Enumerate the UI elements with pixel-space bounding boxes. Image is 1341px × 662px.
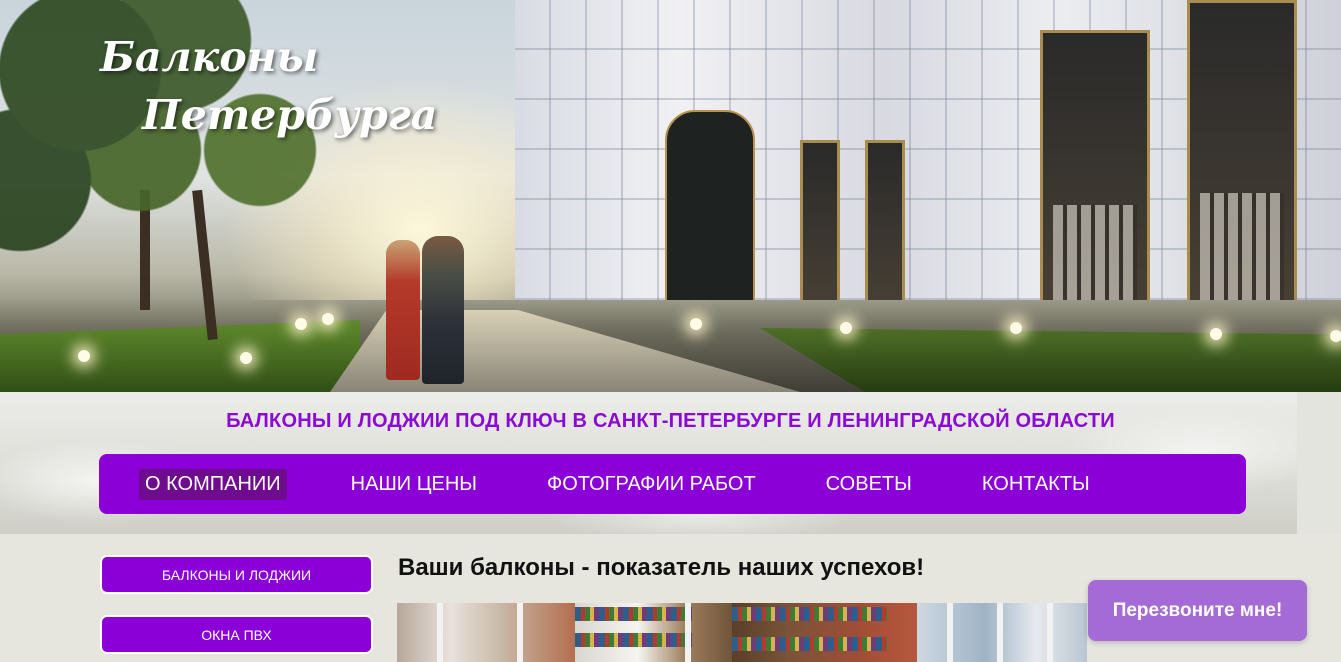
photo-gallery bbox=[397, 603, 1087, 662]
gallery-photo[interactable] bbox=[732, 603, 917, 662]
logo-line-2: Петербурга bbox=[142, 91, 438, 139]
gallery-photo[interactable] bbox=[397, 603, 575, 662]
hero-couple-woman bbox=[386, 240, 420, 380]
page-title: Ваши балконы - показатель наших успехов! bbox=[398, 554, 925, 581]
nav-item-photos[interactable]: ФОТОГРАФИИ РАБОТ bbox=[541, 469, 762, 500]
sidebar-item-balconies[interactable]: БАЛКОНЫ И ЛОДЖИИ bbox=[100, 555, 373, 594]
main-nav: О КОМПАНИИ НАШИ ЦЕНЫ ФОТОГРАФИИ РАБОТ СО… bbox=[99, 454, 1246, 514]
site-logo[interactable]: Балконы Петербурга bbox=[100, 28, 437, 144]
gallery-photo[interactable] bbox=[575, 603, 732, 662]
logo-line-1: Балконы bbox=[100, 33, 319, 81]
hero-building-image bbox=[515, 0, 1341, 340]
site-tagline: БАЛКОНЫ И ЛОДЖИИ ПОД КЛЮЧ В САНКТ-ПЕТЕРБ… bbox=[226, 410, 1115, 432]
gallery-photo[interactable] bbox=[917, 603, 1087, 662]
nav-item-about[interactable]: О КОМПАНИИ bbox=[139, 468, 287, 500]
callback-button[interactable]: Перезвоните мне! bbox=[1088, 580, 1307, 641]
nav-item-contacts[interactable]: КОНТАКТЫ bbox=[976, 469, 1096, 500]
nav-item-tips[interactable]: СОВЕТЫ bbox=[820, 469, 918, 500]
nav-item-prices[interactable]: НАШИ ЦЕНЫ bbox=[345, 469, 483, 500]
hero-banner: Балконы Петербурга bbox=[0, 0, 1341, 392]
sidebar-item-pvc-windows[interactable]: ОКНА ПВХ bbox=[100, 615, 373, 654]
hero-couple-man bbox=[422, 236, 464, 384]
tagline-band: БАЛКОНЫ И ЛОДЖИИ ПОД КЛЮЧ В САНКТ-ПЕТЕРБ… bbox=[0, 392, 1341, 534]
